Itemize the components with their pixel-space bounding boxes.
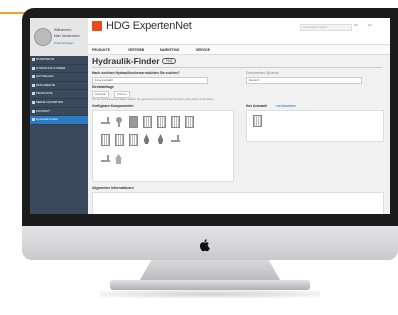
grid-icon [31,66,35,70]
sidebar-item-dokumente[interactable]: DOKUMENTE [30,82,88,91]
pipe-icon[interactable] [99,115,110,127]
sidebar-item-label: MEINE FAVORITEN [36,99,64,104]
mail-icon [31,109,35,113]
star-icon [31,100,35,104]
sidebar-item-label: HYDRAULIK-FINDER [36,65,66,70]
hint-text: Um die Suche einzuschränken wählen Sie g… [92,98,215,101]
search-input[interactable]: Suchbegriff eingeben [300,24,352,31]
valve-icon[interactable] [113,115,124,127]
sidebar-item-produkte[interactable]: PRODUKTE [30,90,88,99]
sidebar-item-label: KONTAKT [36,108,50,113]
page-title: Hydraulik-Finder [92,56,160,66]
radiator-icon[interactable] [251,114,262,127]
sidebar-menu: STARTSEITE HYDRAULIK-FINDER AKTUELLES DO… [30,56,88,125]
nav-item-marketing[interactable]: MARKETING [160,48,179,52]
app-logo-text: HDG ExpertenNet [106,20,192,32]
scheme-question-label: Nach welchen Hydraulikschema möchten Sie… [92,71,180,75]
pipe-icon[interactable] [169,133,180,145]
user-name: Marc Mustermann [54,34,80,38]
sidebar-item-aktuelles[interactable]: AKTUELLES [30,73,88,82]
language-link-en[interactable]: EN [368,24,372,27]
main-content: Hydraulik-Finder FAQ Nach welchen Hydrau… [92,56,386,214]
apple-logo-icon [199,239,210,252]
sidebar-item-label: Hydraulik-Finder [36,117,59,122]
general-info-label: Allgemeine Informationen [92,186,134,190]
components-label: Verfügbare Komponenten [92,104,134,108]
general-info-panel [92,192,384,214]
radiator-icon[interactable] [169,115,180,128]
profile-link[interactable]: Profil anzeigen [54,41,74,45]
filter-chip-hydraulik[interactable]: Hydraulik [92,91,109,98]
home-icon [31,58,35,61]
boiler-icon[interactable] [127,115,138,128]
sidebar-item-hydraulik-finder[interactable]: HYDRAULIK-FINDER [30,65,88,74]
nav-item-vertrieb[interactable]: VERTRIEB [128,48,144,52]
reset-link[interactable]: zurücksetzen [276,104,296,108]
news-icon [31,75,35,79]
sidebar-item-label: STARTSEITE [36,57,55,61]
sidebar-item-hydraulik-finder-active[interactable]: Hydraulik-Finder [30,116,88,125]
nav-item-service[interactable]: SERVICE [196,48,210,52]
screen: Willkommen Marc Mustermann Profil anzeig… [30,18,390,214]
sidebar-item-label: DOKUMENTE [36,82,56,87]
title-divider [92,67,382,68]
flame-icon[interactable] [141,133,152,145]
selection-panel[interactable] [246,110,384,142]
faq-button[interactable]: FAQ [162,58,177,64]
sidebar-item-startseite[interactable]: STARTSEITE [30,56,88,65]
sidebar-item-kontakt[interactable]: KONTAKT [30,108,88,117]
scheme-select[interactable]: Freie Auswahl [92,77,208,84]
avatar[interactable] [34,28,52,46]
language-select[interactable]: Deutsch [246,77,362,84]
sidebar-item-label: PRODUKTE [36,91,53,96]
monitor-shadow [100,290,320,298]
selection-label: Ihre Auswahl [246,104,267,108]
filter-chip-schema[interactable]: Schema [114,91,130,98]
radiator-icon[interactable] [155,115,166,128]
hdg-logo-icon [92,21,102,31]
header: HDG ExpertenNet Suchbegriff eingeben DE … [88,18,390,44]
main-nav: PRODUKTE VERTRIEB MARKETING SERVICE [88,44,390,55]
radiator-icon[interactable] [183,115,194,128]
user-greeting: Willkommen [54,28,72,32]
monitor-base [110,280,310,290]
direct-query-label: Direktabfrage [92,85,114,89]
radiator-icon[interactable] [99,133,110,146]
sidebar-item-label: AKTUELLES [36,74,54,79]
document-icon [31,83,35,87]
language-label: Dokumenten Sprache [246,71,279,75]
user-box: Willkommen Marc Mustermann Profil anzeig… [30,18,88,56]
radiator-icon[interactable] [141,115,152,128]
search-icon [31,118,35,122]
nav-item-produkte[interactable]: PRODUKTE [92,48,110,52]
radiator-icon[interactable] [113,133,124,146]
components-panel [92,110,234,182]
pipe-icon[interactable] [99,153,110,165]
flame-icon[interactable] [155,133,166,145]
radiator-icon[interactable] [127,133,138,146]
monitor-neck [140,260,280,280]
sidebar: Willkommen Marc Mustermann Profil anzeig… [30,18,88,214]
sidebar-item-favoriten[interactable]: MEINE FAVORITEN [30,99,88,108]
language-link-de[interactable]: DE [354,24,358,27]
house-icon[interactable] [113,153,124,165]
box-icon [31,92,35,96]
